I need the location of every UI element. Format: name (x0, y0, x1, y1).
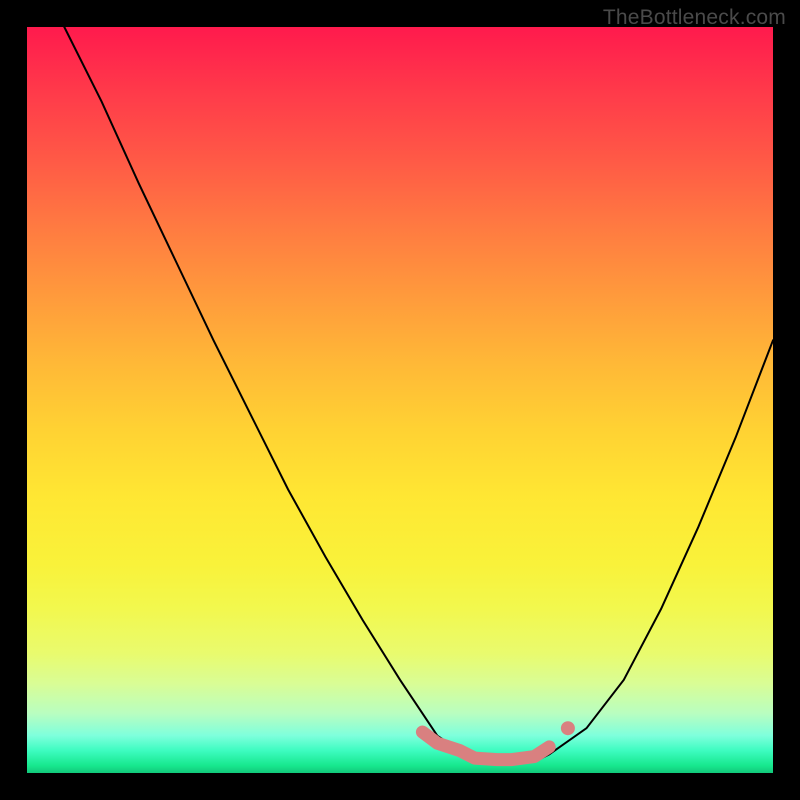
watermark-text: TheBottleneck.com (603, 6, 786, 30)
curve-line (64, 27, 773, 764)
plot-area (27, 27, 773, 773)
chart-frame: TheBottleneck.com (0, 0, 800, 800)
marker-dot (561, 721, 575, 735)
marker-band (422, 732, 549, 760)
chart-svg (27, 27, 773, 773)
